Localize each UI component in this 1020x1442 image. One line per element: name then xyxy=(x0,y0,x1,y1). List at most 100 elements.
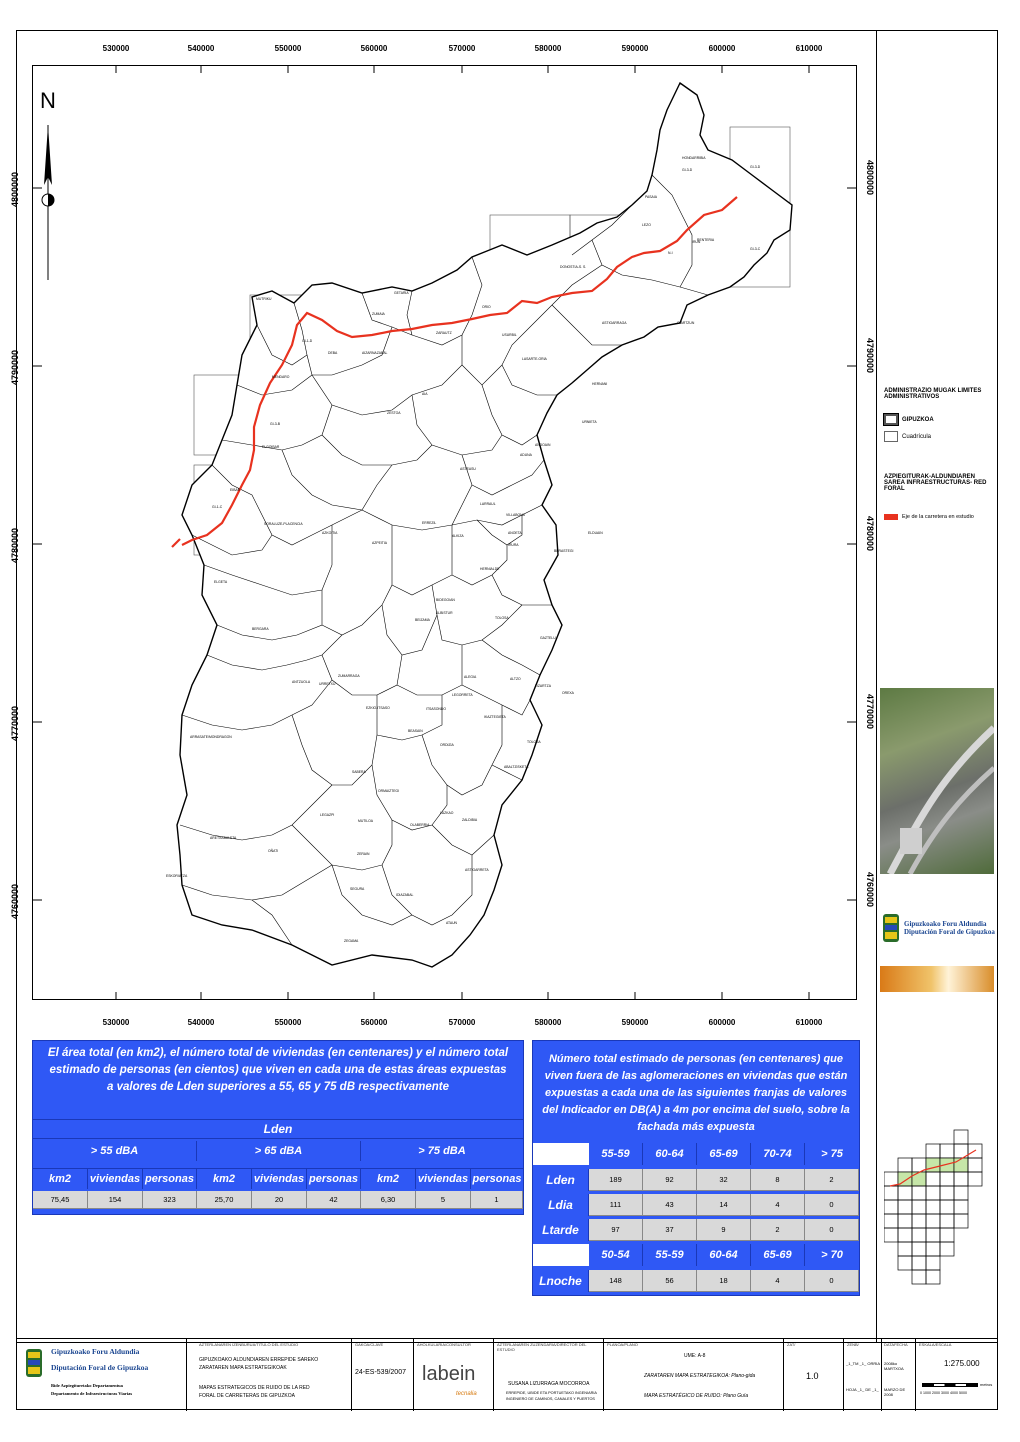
footer-code: GAKOA/CLAVE 24-ES-539/2007 xyxy=(352,1339,414,1411)
y-tick-label: 4760000 xyxy=(865,872,875,908)
table-left-header: Lden xyxy=(33,1119,523,1139)
coat-of-arms-icon xyxy=(26,1349,42,1377)
municipality-label: BEASAIN xyxy=(408,729,423,733)
y-tick-label: 4770000 xyxy=(10,705,20,741)
band-label: > 75 dBA xyxy=(361,1141,523,1161)
municipality-label: ARRASATE/MONDRAGON xyxy=(190,735,232,739)
municipality-label: MUTILOA xyxy=(358,819,374,823)
municipality-label: DEBA xyxy=(328,351,338,355)
x-tick-label: 540000 xyxy=(187,44,215,53)
municipality-labels: HONDARRIBIA GI-3-D IRUN PASAIA LEZO RENT… xyxy=(32,65,857,1000)
municipality-label: TOLOSA xyxy=(527,740,541,744)
y-tick-label: 4780000 xyxy=(10,527,20,563)
table-cell: 0 xyxy=(805,1219,859,1241)
legend-admin: ADMINISTRAZIO MUGAK LIMITES ADMINISTRATI… xyxy=(883,388,994,442)
table-cell: 1 xyxy=(471,1191,523,1209)
decorative-banner xyxy=(880,966,994,992)
grid-swatch-icon xyxy=(884,431,898,442)
column-header: km2 xyxy=(33,1169,88,1189)
x-tick-label: 570000 xyxy=(448,1018,476,1027)
municipality-label: ZERAIN xyxy=(357,852,370,856)
municipality-label: LEGAZPI xyxy=(320,813,335,817)
x-tick-label: 530000 xyxy=(102,1018,130,1027)
municipality-label: ANOETA xyxy=(508,531,522,535)
municipality-label: ESKORIATZA xyxy=(166,874,188,878)
column-header: viviendas xyxy=(416,1169,471,1189)
municipality-label: ELGETA xyxy=(214,580,228,584)
y-tick-label: 4800000 xyxy=(865,160,875,196)
municipality-label: HERNIALDE xyxy=(480,567,500,571)
x-tick-label: 580000 xyxy=(534,44,562,53)
x-tick-label: 600000 xyxy=(708,44,736,53)
table-cell: 42 xyxy=(307,1191,361,1209)
municipality-label: ORDIZIA xyxy=(440,743,454,747)
footer-version-label: ZAT/ xyxy=(787,1342,796,1347)
table-cell: 14 xyxy=(697,1194,751,1216)
footer-sheet: ZENB/ _1_TM _1_ ORRIA HOJA _1_ DE _1_ xyxy=(844,1339,882,1411)
footer-code: 24-ES-539/2007 xyxy=(355,1369,406,1376)
footer-plan-3: MAPA ESTRATÉGICO DE RUIDO: Plano Guía xyxy=(644,1393,749,1399)
table-cell: 0 xyxy=(805,1194,859,1216)
footer-sheet-2: HOJA _1_ DE _1_ xyxy=(846,1387,879,1392)
municipality-label: IDIAZABAL xyxy=(396,893,414,897)
grid-label: GI-1-D xyxy=(302,339,313,343)
aerial-photo xyxy=(880,688,997,876)
band-label: > 70 xyxy=(805,1244,859,1266)
grid-label: GI-3-B xyxy=(270,422,280,426)
municipality-label: SABERA xyxy=(352,770,366,774)
table-right-night-bands: 50-54 55-59 60-64 65-69 > 70 xyxy=(533,1244,859,1266)
municipality-label: EIBAR xyxy=(230,488,241,492)
band-label: > 55 dBA xyxy=(33,1141,197,1161)
table-left-title: El área total (en km2), el número total … xyxy=(47,1047,509,1093)
municipality-label: ORMAIZTEGI xyxy=(378,789,400,793)
municipality-label: LASARTE-ORIA xyxy=(522,357,547,361)
municipality-label: BERGARA xyxy=(252,627,269,631)
footer-scale-ticks: 0 1000 2000 3000 4000 5000 xyxy=(920,1391,967,1395)
municipality-label: IKAZTEGIETA xyxy=(484,715,506,719)
municipality-label: ALBISTUR xyxy=(436,611,453,615)
legend-gipuzkoa-row: GIPUZKOA xyxy=(883,413,994,426)
table-row: Lnoche 148 56 18 4 0 xyxy=(533,1270,859,1292)
blank-cell xyxy=(533,1143,589,1165)
y-tick-label: 4790000 xyxy=(865,338,875,374)
footer-scale: ESKALA/ESCALA 1:275.000 metros 0 1000 20… xyxy=(916,1339,998,1411)
y-axis-left: 4800000 4790000 4780000 4770000 4760000 xyxy=(0,0,30,1020)
legend-road-row: Eje de la carretera en estudio xyxy=(884,514,994,520)
x-tick-label: 570000 xyxy=(448,44,476,53)
x-axis-bottom: 530000 540000 550000 560000 570000 58000… xyxy=(0,1018,1020,1038)
municipality-label: GETARIA xyxy=(394,291,409,295)
legend-org-logo: Gipuzkoako Foru Aldundia Diputación Fora… xyxy=(882,908,996,948)
table-row: Ldia 111 43 14 4 0 xyxy=(533,1194,859,1216)
table-cell: 9 xyxy=(697,1219,751,1241)
row-label: Ltarde xyxy=(533,1219,589,1241)
footer-plan: PLANOA/PLANO UME: A-8 ZARATAREN MAPA EST… xyxy=(604,1339,784,1411)
table-cell: 8 xyxy=(751,1169,805,1191)
scale-bar xyxy=(922,1383,978,1387)
municipality-label: ALTZO xyxy=(510,677,521,681)
column-header: viviendas xyxy=(252,1169,307,1189)
legend-cuadricula-label: Cuadrícula xyxy=(902,433,932,440)
y-axis-right: 4800000 4790000 4780000 4770000 4760000 xyxy=(860,0,880,1020)
x-tick-label: 610000 xyxy=(795,1018,823,1027)
municipality-label: ZUMARRAGA xyxy=(338,674,360,678)
band-label: 50-54 xyxy=(589,1244,643,1266)
municipality-label: URNIETA xyxy=(582,420,597,424)
y-tick-label: 4770000 xyxy=(865,694,875,730)
row-label: Lden xyxy=(533,1169,589,1191)
legend-cuadricula-row: Cuadrícula xyxy=(884,431,994,442)
table-cell: 75,45 xyxy=(33,1191,88,1209)
municipality-label: AIZARNAZABAL xyxy=(362,351,388,355)
municipality-label: BERASTEGI xyxy=(554,549,574,553)
footer-version: 1.0 xyxy=(806,1371,819,1381)
footer-project-3: MAPAS ESTRATEGICOS DE RUIDO DE LA RED xyxy=(199,1385,310,1391)
municipality-label: TOLOSA xyxy=(495,616,509,620)
footer-date: DATAFECHA 2008ko MARTXOA MARZO DE 2008 xyxy=(882,1339,916,1411)
table-cell: 2 xyxy=(805,1169,859,1191)
table-cell: 323 xyxy=(143,1191,197,1209)
table-cell: 5 xyxy=(416,1191,471,1209)
table-cell: 148 xyxy=(589,1270,643,1292)
table-left-values: 75,45 154 323 25,70 20 42 6,30 5 1 xyxy=(33,1191,523,1209)
footer-consultant: AHOLKULARIA/CONSULTOR labein tecnalia xyxy=(414,1339,494,1411)
band-label: 70-74 xyxy=(751,1143,805,1165)
table-cell: 92 xyxy=(643,1169,697,1191)
